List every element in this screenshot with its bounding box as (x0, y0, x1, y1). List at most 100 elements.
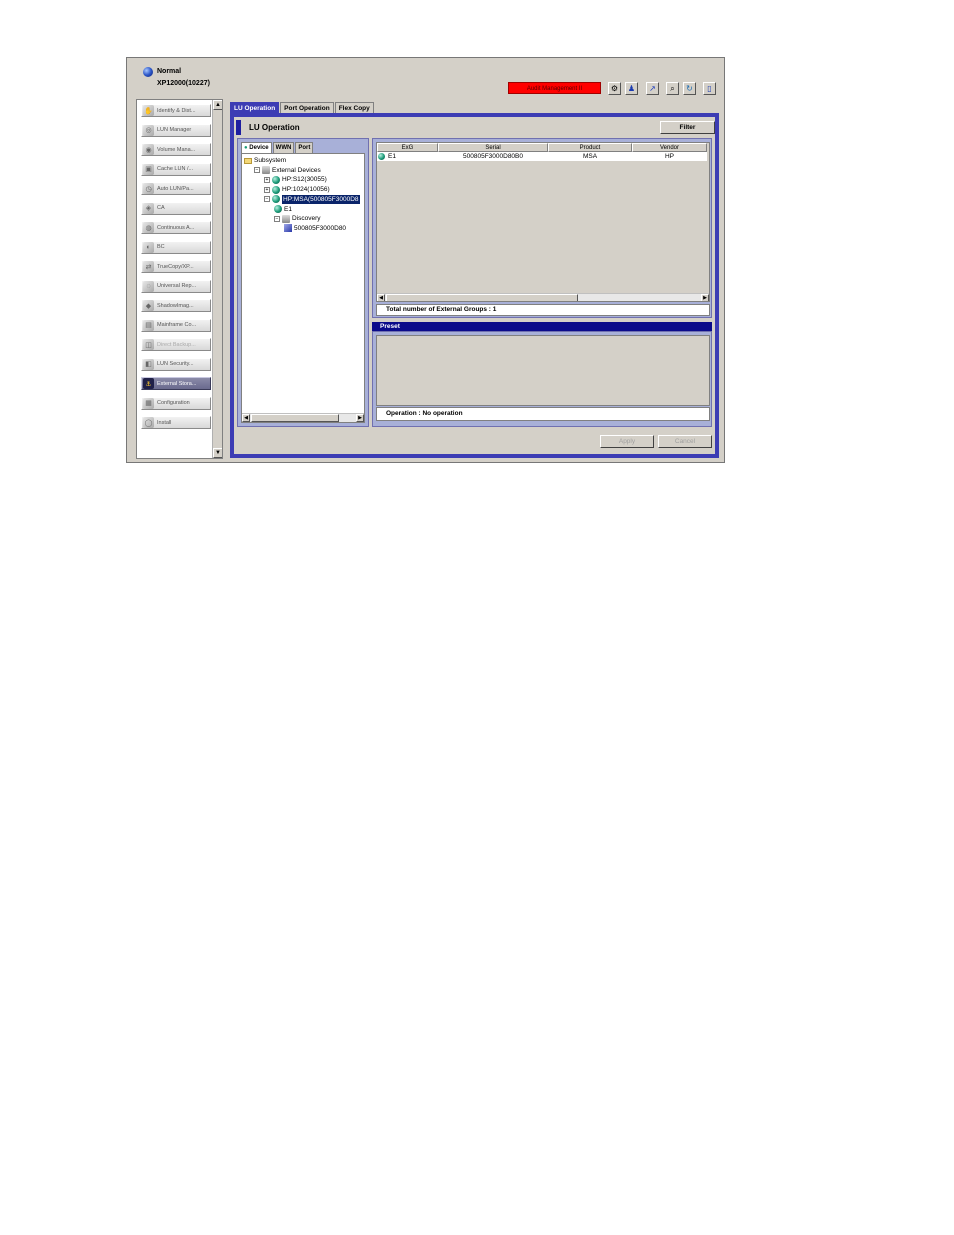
folder-icon (244, 157, 252, 164)
sidebar-item[interactable]: ✋ Identify & Dist... (141, 104, 211, 117)
column-header-exg[interactable]: ExG (377, 143, 438, 152)
panel-title: LU Operation (249, 123, 300, 132)
backup-icon: ◫ (143, 339, 154, 350)
universal-replicator-icon: ◌ (143, 280, 154, 292)
apply-button[interactable]: Apply (600, 435, 654, 448)
column-header-product[interactable]: Product (548, 143, 632, 152)
sidebar-item[interactable]: ◉ Volume Mana... (141, 143, 211, 156)
sidebar-item[interactable]: ◷ Auto LUN/Pa... (141, 182, 211, 195)
ca-icon: ◈ (143, 202, 154, 214)
tree-node-label: HP:1024(10056) (282, 186, 330, 194)
bc-icon: ◐ (143, 241, 154, 253)
sidebar-item[interactable]: ◈ CA (141, 201, 211, 215)
tree-node[interactable]: E1 (274, 205, 292, 214)
tab-device-label: Device (249, 145, 269, 151)
column-header-vendor[interactable]: Vendor (632, 143, 707, 152)
filter-button[interactable]: Filter (660, 121, 715, 134)
tree-node[interactable]: + HP:1024(10056) (264, 185, 330, 194)
collapse-icon[interactable]: − (254, 167, 260, 174)
search-icon[interactable]: ⌕ (666, 82, 679, 95)
cancel-button[interactable]: Cancel (658, 435, 712, 448)
help-icon[interactable]: ▯ (703, 82, 716, 95)
sidebar-item[interactable]: ◐ BC (141, 240, 211, 254)
sidebar-item[interactable]: ▦ Configuration (141, 396, 211, 410)
scroll-left-arrow-icon[interactable]: ◀ (377, 294, 385, 301)
cell-exg-label: E1 (388, 153, 396, 160)
globe-icon (272, 195, 280, 204)
lun-manager-icon: ◎ (143, 124, 154, 136)
tree-node-label: HP:MSA(500805F3000D8 (282, 194, 360, 204)
cache-lun-icon: ▣ (143, 163, 154, 175)
sidebar-item[interactable]: ⚓ External Stora... (141, 377, 211, 390)
expand-icon[interactable]: + (264, 176, 270, 183)
sidebar-item-label: Auto LUN/Pa... (157, 185, 194, 192)
mode-badge: Audit Management II (508, 82, 601, 94)
scroll-thumb[interactable] (386, 294, 578, 301)
refresh-icon[interactable]: ↻ (683, 82, 696, 95)
tree-tabs: ● Device WWN Port (241, 142, 314, 153)
table-horizontal-scrollbar[interactable]: ◀ ▶ (377, 293, 709, 301)
sidebar-item-label: Volume Mana... (157, 146, 196, 153)
sidebar-scrollbar[interactable]: ▲ ▼ (212, 100, 222, 458)
cell-product: MSA (582, 153, 598, 160)
scroll-right-arrow-icon[interactable]: ▶ (356, 414, 364, 422)
scroll-down-arrow-icon[interactable]: ▼ (213, 448, 222, 458)
sidebar-item-label: TrueCopy/XP... (157, 263, 194, 270)
sidebar-item[interactable]: ▣ Cache LUN /... (141, 162, 211, 176)
scroll-right-arrow-icon[interactable]: ▶ (701, 294, 709, 301)
tab-flex-copy[interactable]: Flex Copy (334, 102, 374, 113)
collapse-icon[interactable]: − (264, 196, 270, 203)
cube-icon (284, 224, 292, 233)
device-name: XP12000(10227) (157, 80, 210, 87)
lun-security-icon: ◧ (143, 358, 154, 370)
external-storage-icon: ⚓ (143, 378, 154, 389)
users-icon[interactable]: ♟ (625, 82, 638, 95)
panel-body: LU Operation Filter ● Device WWN Port Su… (234, 117, 715, 454)
tree-node[interactable]: − External Devices (254, 166, 321, 175)
graph-icon[interactable]: ↗ (646, 82, 659, 95)
disc-icon (262, 166, 270, 175)
tab-port-operation[interactable]: Port Operation (280, 102, 334, 113)
sidebar-item[interactable]: ◫ Direct Backup... (141, 338, 211, 351)
scroll-thumb[interactable] (251, 414, 339, 422)
shadowimage-icon: ◆ (143, 300, 154, 311)
collapse-icon[interactable]: − (274, 215, 280, 222)
scroll-left-arrow-icon[interactable]: ◀ (242, 414, 250, 422)
truecopy-icon: ⇄ (143, 261, 154, 272)
sidebar-item[interactable]: ◯ Install (141, 416, 211, 429)
cell-exg: E1 (377, 152, 438, 161)
table-row[interactable]: E1 500805F3000D80B0 MSA HP (377, 152, 707, 161)
tree-node-label: E1 (284, 205, 292, 213)
tree-node[interactable]: + HP:S12(30055) (264, 175, 327, 184)
sidebar-item[interactable]: ⇄ TrueCopy/XP... (141, 260, 211, 273)
tree-node[interactable]: − Discovery (274, 214, 321, 223)
sidebar-item[interactable]: ◆ ShadowImag... (141, 299, 211, 312)
tab-port[interactable]: Port (295, 142, 314, 153)
operation-status: Operation : No operation (376, 407, 710, 421)
column-header-serial[interactable]: Serial (438, 143, 548, 152)
sidebar-item-label: External Stora... (157, 380, 197, 387)
sidebar-item-label: ShadowImag... (157, 302, 194, 309)
scroll-up-arrow-icon[interactable]: ▲ (213, 100, 222, 110)
expand-icon[interactable]: + (264, 186, 270, 193)
globe-icon (272, 185, 280, 194)
sidebar-item[interactable]: ◎ LUN Manager (141, 123, 211, 137)
tree-horizontal-scrollbar[interactable]: ◀ ▶ (242, 413, 364, 422)
sidebar-item[interactable]: ◧ LUN Security... (141, 357, 211, 371)
tab-device[interactable]: ● Device (241, 142, 272, 153)
tree-node[interactable]: Subsystem (244, 156, 286, 165)
lu-operation-panel: LU Operation Filter ● Device WWN Port Su… (230, 113, 719, 458)
sidebar-item-label: CA (157, 205, 165, 211)
preset-list[interactable] (376, 335, 710, 406)
tree-node[interactable]: 500805F3000D80 (284, 224, 346, 233)
tab-wwn[interactable]: WWN (272, 142, 295, 153)
sidebar-item[interactable]: ◌ Universal Rep... (141, 279, 211, 293)
gear-icon[interactable]: ⚙ (608, 82, 621, 95)
configuration-icon: ▦ (143, 397, 154, 409)
tree-node[interactable]: − HP:MSA(500805F3000D8 (264, 194, 360, 204)
sidebar-item-label: Continuous A... (157, 224, 195, 231)
sidebar-item[interactable]: ▤ Mainframe Co... (141, 318, 211, 332)
total-groups-text: Total number of External Groups : 1 (376, 304, 710, 316)
tab-lu-operation[interactable]: LU Operation (230, 102, 280, 113)
sidebar-item[interactable]: ◍ Continuous A... (141, 221, 211, 234)
